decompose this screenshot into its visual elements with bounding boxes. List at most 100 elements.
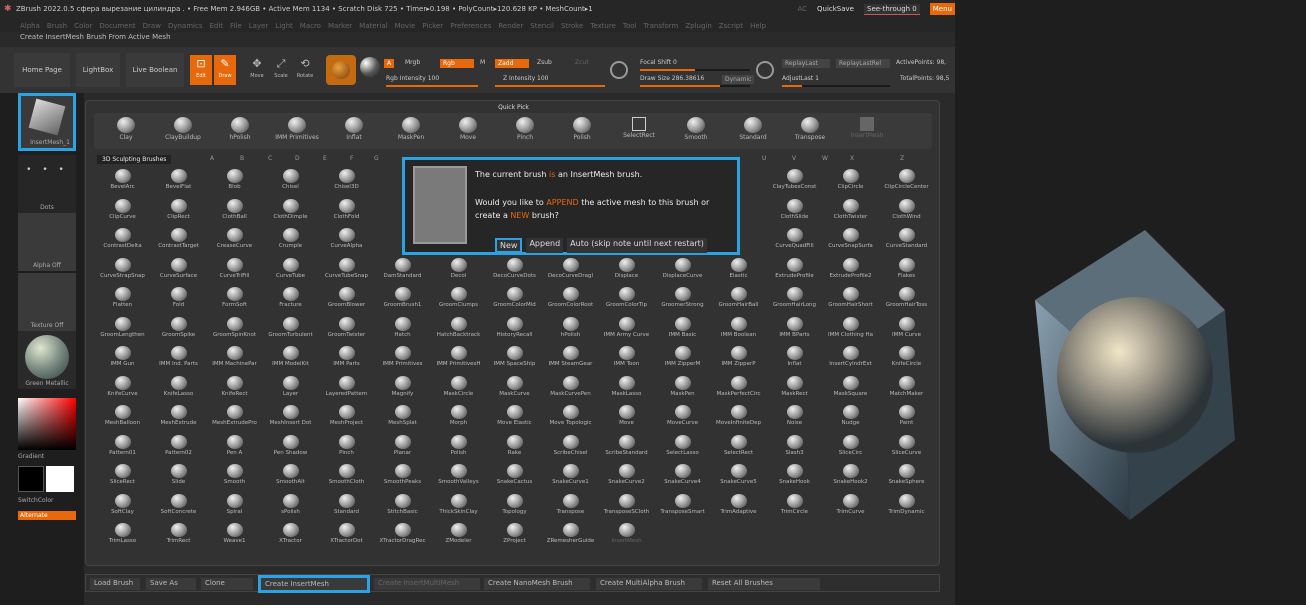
reset-all-brushes-button[interactable]: Reset All Brushes (708, 578, 820, 590)
brush-item[interactable]: GroomerStrong (654, 286, 711, 311)
quickpick-item[interactable]: hPolish (214, 115, 266, 149)
brush-item[interactable]: GroomColorTip (598, 286, 655, 311)
rgb-intensity-slider[interactable]: Rgb Intensity 100 (386, 75, 439, 82)
replay-last-button[interactable]: ReplayLast (782, 59, 830, 68)
ac-label[interactable]: AC (797, 5, 807, 13)
menu-draw[interactable]: Draw (143, 20, 161, 32)
brush-item[interactable]: ClothBall (206, 198, 263, 223)
quickpick-item[interactable]: Polish (556, 115, 608, 149)
brush-item[interactable]: CurveTubeSnap (318, 257, 375, 282)
brush-item[interactable]: TransposeSmart (654, 493, 711, 518)
menu-alpha[interactable]: Alpha (20, 20, 40, 32)
brush-item[interactable]: Spiral (206, 493, 263, 518)
brush-item[interactable]: MaskCurve (486, 375, 543, 400)
brush-item[interactable]: ClothTwister (822, 198, 879, 223)
brush-item[interactable]: CreaseCurve (206, 227, 263, 252)
brush-item[interactable]: ZProject (486, 522, 543, 547)
brush-item[interactable]: ScribeStandard (598, 434, 655, 459)
brush-item[interactable]: XTractorDot (318, 522, 375, 547)
brush-item[interactable]: IMM SpaceShip (486, 345, 543, 370)
brush-item[interactable]: SliceCirc (822, 434, 879, 459)
brush-item[interactable]: SmoothCloth (318, 463, 375, 488)
brush-item[interactable]: DisplaceCurve (654, 257, 711, 282)
brush-item[interactable]: Pattern02 (150, 434, 207, 459)
tab-letter-v[interactable]: V (792, 155, 796, 162)
brush-item[interactable]: TrimCurve (822, 493, 879, 518)
brush-item[interactable]: XTractor (262, 522, 319, 547)
brush-item[interactable]: GroomHairBall (710, 286, 767, 311)
alternate-button[interactable]: Alternate (18, 511, 76, 520)
new-button[interactable]: New (495, 238, 523, 253)
brush-item[interactable]: MaskCircle (430, 375, 487, 400)
brush-item[interactable]: TrimDynamic (878, 493, 935, 518)
brush-item[interactable]: Pinch (318, 434, 375, 459)
brush-item[interactable]: SliceRect (94, 463, 151, 488)
brush-item[interactable]: IMM Parts (318, 345, 375, 370)
menu-dynamics[interactable]: Dynamics (168, 20, 203, 32)
brush-item[interactable]: Slash3 (766, 434, 823, 459)
brush-item[interactable]: SelectLasso (654, 434, 711, 459)
stroke-dots-slot[interactable]: • • • Dots (18, 155, 76, 213)
brush-item[interactable]: IMM Toon (598, 345, 655, 370)
mrgb-button[interactable]: Mrgb (405, 59, 420, 66)
menu-help[interactable]: Help (750, 20, 766, 32)
brush-item[interactable]: Decol (430, 257, 487, 282)
brush-item[interactable]: IMM SteamGear (542, 345, 599, 370)
dynamic-button[interactable]: Dynamic (722, 75, 755, 84)
dynamic-icon[interactable] (756, 61, 774, 79)
brush-item[interactable]: GroomSpike (150, 316, 207, 341)
brush-item[interactable]: MaskLasso (598, 375, 655, 400)
brush-item[interactable]: MaskPen (654, 375, 711, 400)
menu-file[interactable]: File (230, 20, 242, 32)
brush-item[interactable]: SliceCurve (878, 434, 935, 459)
brush-item[interactable]: DecoCurveDots (486, 257, 543, 282)
brush-item[interactable]: SoftClay (94, 493, 151, 518)
focal-shift-icon[interactable] (610, 61, 628, 79)
brush-item[interactable]: FormSoft (206, 286, 263, 311)
zsub-button[interactable]: Zsub (537, 59, 552, 66)
texture-sphere-icon[interactable] (360, 57, 380, 77)
brush-item[interactable]: CurveStrapSnap (94, 257, 151, 282)
brush-item[interactable]: ScribeChisel (542, 434, 599, 459)
menu-edit[interactable]: Edit (209, 20, 223, 32)
rgb-button[interactable]: Rgb (440, 59, 474, 68)
rotate-button[interactable]: ⟲ Rotate (294, 55, 316, 85)
brush-item[interactable]: Chisel3D (318, 168, 375, 193)
quickpick-item[interactable]: SelectRect (613, 115, 665, 149)
lightbox-button[interactable]: LightBox (76, 53, 120, 87)
append-button[interactable]: Append (526, 238, 564, 253)
menu-preferences[interactable]: Preferences (450, 20, 491, 32)
brush-item[interactable]: GroomSpinKnot (206, 316, 263, 341)
brush-item[interactable]: MaskCurvePen (542, 375, 599, 400)
brush-item[interactable]: GroomHairShort (822, 286, 879, 311)
tab-letter-g[interactable]: G (374, 155, 379, 162)
brush-item[interactable]: HatchBacktrack (430, 316, 487, 341)
auto-button[interactable]: Auto (skip note until next restart) (567, 238, 707, 253)
brush-item[interactable]: TrimAdaptive (710, 493, 767, 518)
brush-item[interactable]: MaskRect (766, 375, 823, 400)
brush-item[interactable]: KnifeRect (206, 375, 263, 400)
brush-item[interactable]: KnifeCurve (94, 375, 151, 400)
brush-item[interactable]: ExtrudeProfile2 (822, 257, 879, 282)
brush-item[interactable]: TrimLasso (94, 522, 151, 547)
brush-item[interactable]: Flatten (94, 286, 151, 311)
brush-item[interactable]: Fold (150, 286, 207, 311)
adjust-last-track[interactable] (782, 85, 890, 87)
create-nanomesh-brush-button[interactable]: Create NanoMesh Brush (484, 578, 590, 590)
brush-item[interactable]: BevelFlat (150, 168, 207, 193)
quickpick-item[interactable]: IMM Primitives (271, 115, 323, 149)
brush-item[interactable]: Pattern01 (94, 434, 151, 459)
brush-item[interactable]: MaskSquare (822, 375, 879, 400)
brush-item[interactable]: SoftConcrete (150, 493, 207, 518)
brush-item[interactable]: TrimCircle (766, 493, 823, 518)
brush-item[interactable]: sPolish (262, 493, 319, 518)
tab-letter-a[interactable]: A (210, 155, 214, 162)
quickpick-item[interactable]: Inflat (328, 115, 380, 149)
brush-item[interactable]: Planar (374, 434, 431, 459)
brush-item[interactable]: DamStandard (374, 257, 431, 282)
quickpick-item[interactable]: Smooth (670, 115, 722, 149)
brush-item[interactable]: GroomTurbulent (262, 316, 319, 341)
brush-item[interactable]: Elastic (710, 257, 767, 282)
brush-item[interactable]: Blob (206, 168, 263, 193)
brush-item[interactable]: Magnify (374, 375, 431, 400)
